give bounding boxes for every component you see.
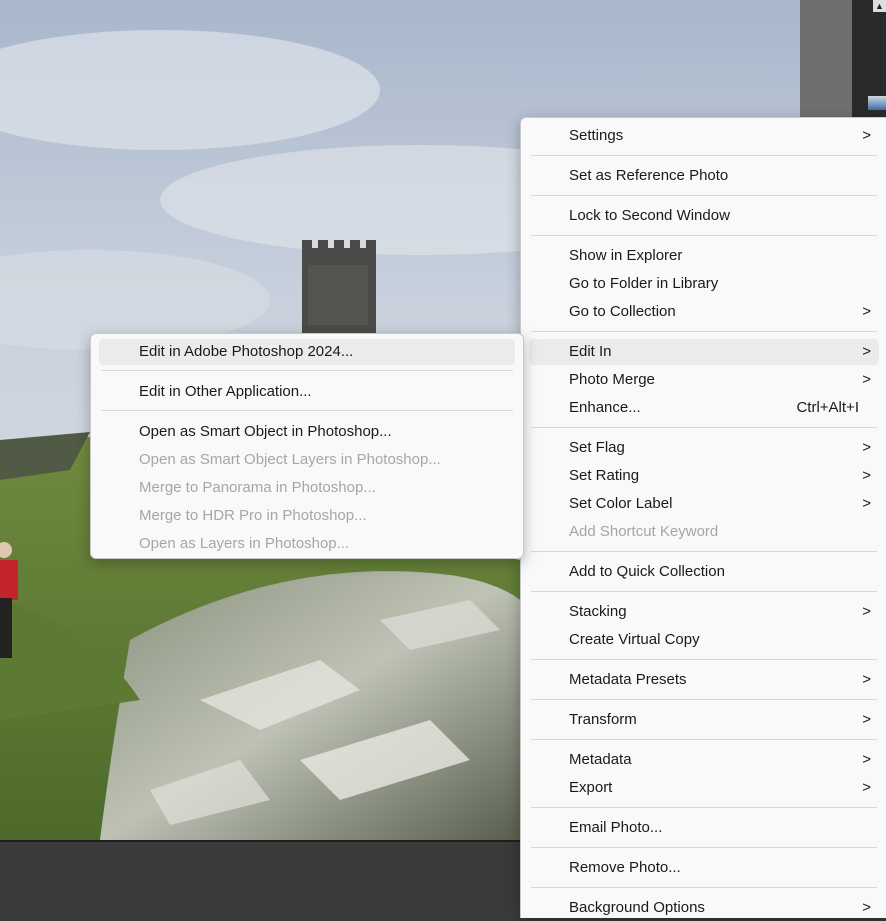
menu-separator: [531, 235, 877, 236]
menu-item-label: Remove Photo...: [569, 859, 681, 876]
chevron-right-icon: >: [862, 127, 871, 144]
menu-separator: [531, 847, 877, 848]
menu-item-label: Enhance...: [569, 399, 641, 416]
menu-separator: [531, 155, 877, 156]
menu-item-label: Merge to Panorama in Photoshop...: [139, 479, 376, 496]
menu-separator: [531, 331, 877, 332]
submenu-item-open-as-layers: Open as Layers in Photoshop...: [99, 531, 515, 557]
menu-item-label: Set Color Label: [569, 495, 673, 512]
chevron-right-icon: >: [862, 899, 871, 916]
menu-item-set-as-reference-photo[interactable]: Set as Reference Photo: [529, 163, 879, 189]
menu-item-label: Add Shortcut Keyword: [569, 523, 719, 540]
menu-item-go-to-folder-in-library[interactable]: Go to Folder in Library: [529, 271, 879, 297]
menu-item-label: Add to Quick Collection: [569, 563, 725, 580]
chevron-right-icon: >: [862, 439, 871, 456]
chevron-right-icon: >: [862, 671, 871, 688]
menu-item-background-options[interactable]: Background Options >: [529, 895, 879, 921]
keyboard-shortcut: Ctrl+Alt+I: [796, 399, 859, 416]
menu-item-label: Background Options: [569, 899, 705, 916]
submenu-item-open-as-smart-object-layers: Open as Smart Object Layers in Photoshop…: [99, 447, 515, 473]
menu-item-label: Settings: [569, 127, 624, 144]
menu-item-settings[interactable]: Settings >: [529, 123, 879, 149]
chevron-right-icon: >: [862, 303, 871, 320]
menu-item-label: Email Photo...: [569, 819, 663, 836]
submenu-item-merge-to-hdr-pro: Merge to HDR Pro in Photoshop...: [99, 503, 515, 529]
menu-item-go-to-collection[interactable]: Go to Collection >: [529, 299, 879, 325]
menu-separator: [531, 807, 877, 808]
chevron-right-icon: >: [862, 343, 871, 360]
menu-item-label: Go to Folder in Library: [569, 275, 719, 292]
menu-item-set-flag[interactable]: Set Flag >: [529, 435, 879, 461]
menu-item-set-color-label[interactable]: Set Color Label >: [529, 491, 879, 517]
chevron-right-icon: >: [862, 467, 871, 484]
menu-item-label: Export: [569, 779, 613, 796]
menu-separator: [531, 195, 877, 196]
chevron-right-icon: >: [862, 711, 871, 728]
menu-item-export[interactable]: Export >: [529, 775, 879, 801]
menu-separator: [531, 739, 877, 740]
menu-item-label: Edit in Adobe Photoshop 2024...: [139, 343, 354, 360]
menu-item-lock-to-second-window[interactable]: Lock to Second Window: [529, 203, 879, 229]
menu-item-label: Create Virtual Copy: [569, 631, 700, 648]
menu-item-label: Metadata Presets: [569, 671, 687, 688]
filmstrip-thumbnail[interactable]: [868, 96, 886, 110]
menu-item-edit-in[interactable]: Edit In >: [529, 339, 879, 365]
chevron-right-icon: >: [862, 779, 871, 796]
menu-item-transform[interactable]: Transform >: [529, 707, 879, 733]
menu-item-label: Set Flag: [569, 439, 625, 456]
menu-item-label: Set Rating: [569, 467, 640, 484]
hiker: [0, 560, 18, 600]
menu-separator: [531, 699, 877, 700]
menu-item-label: Open as Smart Object in Photoshop...: [139, 423, 392, 440]
menu-separator: [531, 427, 877, 428]
menu-item-label: Edit In: [569, 343, 612, 360]
menu-item-label: Stacking: [569, 603, 627, 620]
menu-item-add-to-quick-collection[interactable]: Add to Quick Collection: [529, 559, 879, 585]
menu-item-email-photo[interactable]: Email Photo...: [529, 815, 879, 841]
menu-separator: [531, 591, 877, 592]
menu-separator: [101, 370, 513, 371]
menu-separator: [531, 551, 877, 552]
chevron-right-icon: >: [862, 603, 871, 620]
menu-item-label: Open as Layers in Photoshop...: [139, 535, 350, 552]
menu-item-label: Go to Collection: [569, 303, 676, 320]
submenu-item-open-as-smart-object[interactable]: Open as Smart Object in Photoshop...: [99, 419, 515, 445]
menu-item-stacking[interactable]: Stacking >: [529, 599, 879, 625]
menu-item-enhance[interactable]: Enhance... Ctrl+Alt+I: [529, 395, 879, 421]
menu-separator: [531, 659, 877, 660]
menu-item-label: Transform: [569, 711, 637, 728]
chevron-right-icon: >: [862, 371, 871, 388]
menu-item-metadata-presets[interactable]: Metadata Presets >: [529, 667, 879, 693]
edit-in-submenu: Edit in Adobe Photoshop 2024... Edit in …: [90, 333, 524, 559]
menu-item-label: Open as Smart Object Layers in Photoshop…: [139, 451, 441, 468]
menu-item-metadata[interactable]: Metadata >: [529, 747, 879, 773]
scroll-up-arrow-icon[interactable]: ▲: [873, 0, 886, 12]
chevron-right-icon: >: [862, 495, 871, 512]
menu-item-label: Merge to HDR Pro in Photoshop...: [139, 507, 367, 524]
menu-item-label: Photo Merge: [569, 371, 655, 388]
menu-item-show-in-explorer[interactable]: Show in Explorer: [529, 243, 879, 269]
menu-item-create-virtual-copy[interactable]: Create Virtual Copy: [529, 627, 879, 653]
menu-item-set-rating[interactable]: Set Rating >: [529, 463, 879, 489]
menu-separator: [101, 410, 513, 411]
submenu-item-edit-in-other-application[interactable]: Edit in Other Application...: [99, 379, 515, 405]
submenu-item-edit-in-photoshop[interactable]: Edit in Adobe Photoshop 2024...: [99, 339, 515, 365]
menu-item-label: Edit in Other Application...: [139, 383, 312, 400]
menu-item-add-shortcut-keyword: Add Shortcut Keyword: [529, 519, 879, 545]
context-menu: Settings > Set as Reference Photo Lock t…: [520, 117, 886, 918]
menu-separator: [531, 887, 877, 888]
menu-item-photo-merge[interactable]: Photo Merge >: [529, 367, 879, 393]
tower: [302, 240, 376, 348]
chevron-right-icon: >: [862, 751, 871, 768]
menu-item-label: Show in Explorer: [569, 247, 683, 264]
submenu-item-merge-to-panorama: Merge to Panorama in Photoshop...: [99, 475, 515, 501]
menu-item-label: Set as Reference Photo: [569, 167, 729, 184]
menu-item-remove-photo[interactable]: Remove Photo...: [529, 855, 879, 881]
menu-item-label: Lock to Second Window: [569, 207, 730, 224]
menu-item-label: Metadata: [569, 751, 632, 768]
